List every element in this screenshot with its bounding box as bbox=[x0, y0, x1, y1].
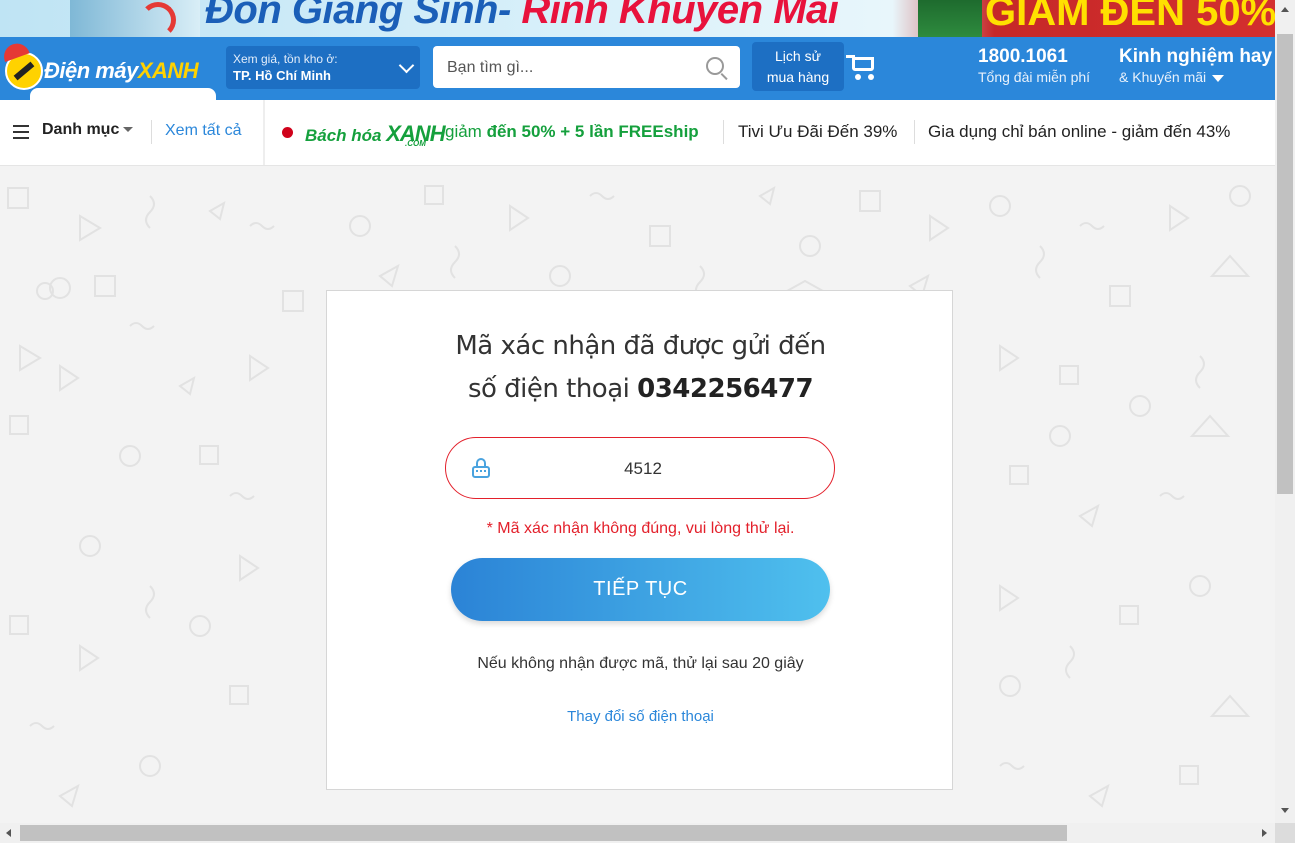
message-line1: Mã xác nhận đã được gửi đến bbox=[455, 331, 826, 361]
search-icon[interactable] bbox=[706, 57, 724, 75]
location-selector[interactable]: Xem giá, tồn kho ở: TP. Hồ Chí Minh bbox=[226, 46, 420, 89]
candy-cane-icon bbox=[140, 2, 176, 37]
scroll-left-arrow-icon[interactable] bbox=[6, 829, 11, 837]
divider bbox=[151, 120, 152, 144]
tips-promotions-menu[interactable]: Kinh nghiệm hay & Khuyến mãi bbox=[1119, 46, 1272, 85]
site-logo[interactable]: Điện máyXANH bbox=[0, 39, 216, 100]
banner-title: Đón Giáng Sinh- Rinh Khuyến Mãi bbox=[205, 0, 839, 32]
search-box[interactable] bbox=[433, 46, 740, 90]
order-history-line1: Lịch sử bbox=[775, 48, 821, 64]
scroll-right-arrow-icon[interactable] bbox=[1262, 829, 1267, 837]
search-input[interactable] bbox=[445, 46, 699, 90]
vertical-scrollbar[interactable] bbox=[1275, 0, 1295, 823]
live-dot-icon bbox=[282, 127, 293, 138]
error-message: * Mã xác nhận không đúng, vui lòng thử l… bbox=[486, 520, 795, 537]
logo-text: Điện máyXANH bbox=[44, 58, 199, 83]
order-history-button[interactable]: Lịch sử mua hàng bbox=[752, 42, 844, 91]
divider bbox=[263, 100, 265, 165]
resend-hint: Nếu không nhận được mã, thử lại sau 20 g… bbox=[477, 655, 804, 672]
divider bbox=[914, 120, 915, 144]
promotions-label: & Khuyến mãi bbox=[1119, 69, 1272, 85]
order-history-line2: mua hàng bbox=[766, 69, 830, 85]
scrollbar-corner bbox=[1275, 823, 1295, 843]
chevron-down-icon bbox=[398, 57, 415, 74]
home-appliance-deal-link[interactable]: Gia dụng chỉ bán online - giảm đến 43% bbox=[928, 122, 1230, 142]
banner-discount: GIẢM ĐẾN 50% bbox=[985, 0, 1275, 34]
hotline-number: 1800.1061 bbox=[978, 46, 1068, 67]
otp-code-input[interactable] bbox=[506, 438, 780, 500]
bhx-domain: .COM bbox=[405, 139, 426, 148]
bachhoaxanh-logo[interactable]: Bách hóa XANH .COM bbox=[305, 121, 446, 148]
christmas-tree-icon bbox=[918, 0, 982, 37]
logo-snow-decoration bbox=[30, 88, 216, 100]
change-phone-link[interactable]: Thay đổi số điện thoại bbox=[327, 708, 954, 725]
message-line2: số điện thoại 0342256477 bbox=[467, 374, 814, 404]
promo-banner[interactable]: Đón Giáng Sinh- Rinh Khuyến Mãi GIẢM ĐẾN… bbox=[0, 0, 1275, 37]
location-label: Xem giá, tồn kho ở: bbox=[233, 52, 338, 66]
phone-number: 0342256477 bbox=[637, 374, 814, 404]
hotline[interactable]: 1800.1061 Tổng đài miễn phí bbox=[978, 46, 1090, 85]
see-all-link[interactable]: Xem tất cả bbox=[165, 122, 241, 140]
divider bbox=[723, 120, 724, 144]
horizontal-scrollbar[interactable] bbox=[0, 823, 1275, 843]
scroll-down-arrow-icon[interactable] bbox=[1281, 808, 1289, 813]
hamburger-icon[interactable] bbox=[13, 125, 29, 139]
tips-title: Kinh nghiệm hay bbox=[1119, 46, 1273, 67]
category-menu-button[interactable]: Danh mục bbox=[42, 121, 134, 139]
tivi-deal-link[interactable]: Tivi Ưu Đãi Đến 39% bbox=[738, 122, 897, 142]
continue-button[interactable]: TIẾP TỤC bbox=[451, 558, 830, 621]
verification-message: Mã xác nhận đã được gửi đến số điện thoạ… bbox=[327, 325, 954, 411]
bhx-deal-link[interactable]: giảm đến 50% + 5 lần FREEship bbox=[445, 122, 699, 142]
horizontal-scroll-thumb[interactable] bbox=[20, 825, 1067, 841]
location-value: TP. Hồ Chí Minh bbox=[233, 68, 331, 83]
vertical-scroll-thumb[interactable] bbox=[1277, 34, 1293, 494]
otp-verification-card: Mã xác nhận đã được gửi đến số điện thoạ… bbox=[326, 290, 953, 790]
hotline-label: Tổng đài miễn phí bbox=[978, 69, 1091, 85]
lock-icon bbox=[472, 458, 490, 478]
caret-down-icon bbox=[1212, 74, 1225, 82]
caret-down-icon bbox=[123, 127, 134, 133]
banner-decoration bbox=[70, 0, 200, 37]
otp-field-wrapper[interactable] bbox=[445, 437, 835, 500]
scroll-up-arrow-icon[interactable] bbox=[1281, 7, 1289, 12]
cart-icon[interactable] bbox=[846, 55, 878, 81]
